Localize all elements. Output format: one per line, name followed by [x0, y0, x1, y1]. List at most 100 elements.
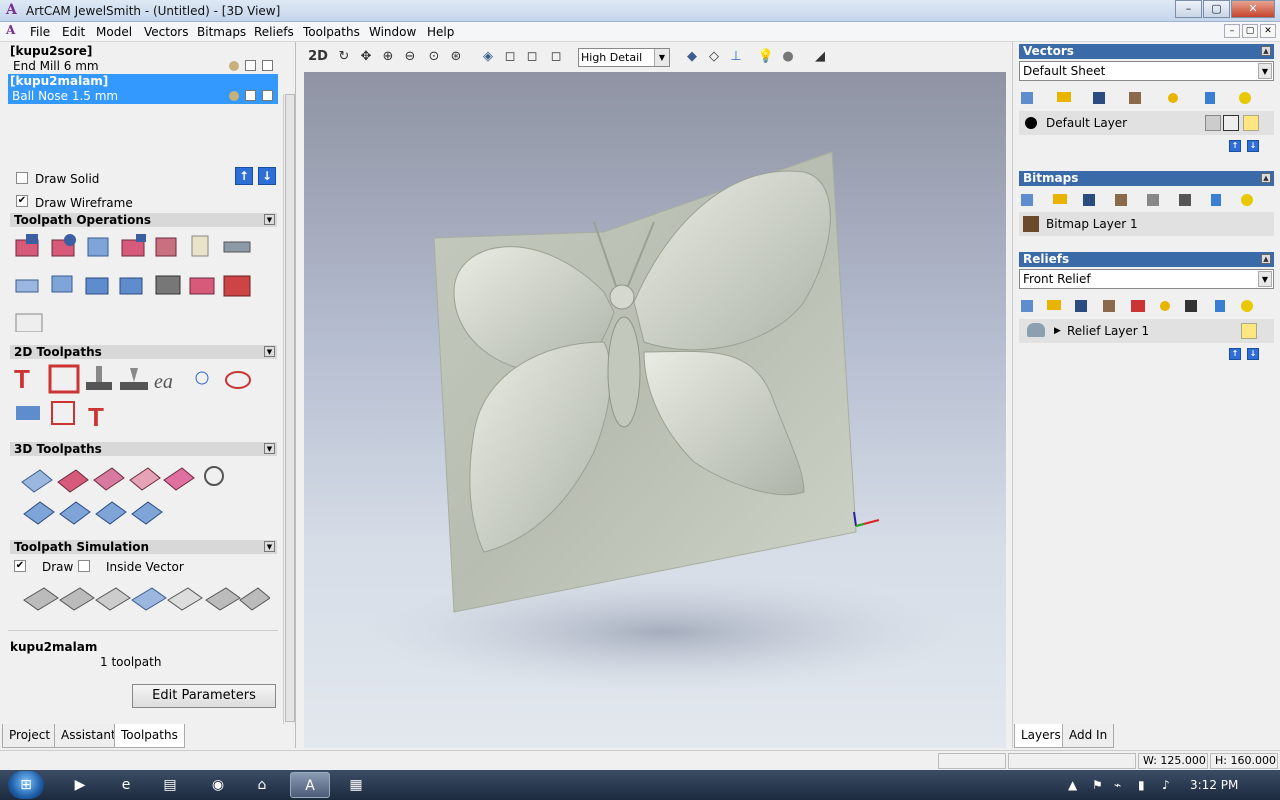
draw-wireframe-checkbox[interactable]: ✔	[16, 195, 28, 207]
toolpath-tool[interactable]: End Mill 6 mm	[13, 59, 99, 73]
save-simulation-icon[interactable]	[205, 587, 241, 611]
expand-arrow-icon[interactable]: ▶	[1054, 319, 1061, 343]
spiral-toolpath-icon[interactable]	[225, 371, 251, 389]
chevron-down-icon[interactable]: ▼	[654, 49, 669, 66]
close-button[interactable]: ✕	[1231, 0, 1275, 18]
action-center-icon[interactable]: ⚑	[1092, 778, 1103, 792]
relief-down-button[interactable]: ↓	[1247, 348, 1259, 360]
3d-text-toolpath-icon[interactable]	[95, 501, 127, 525]
axes-icon[interactable]: ⊥	[726, 48, 746, 66]
merge-relief-icon[interactable]	[1103, 300, 1115, 312]
z-level-roughing-icon[interactable]	[57, 469, 89, 493]
front-view-icon[interactable]: ◻	[500, 48, 520, 66]
panel-scrollbar[interactable]	[283, 94, 295, 724]
toolpath-simulation-header[interactable]: Toolpath Simulation ▼	[10, 540, 277, 554]
toolpath-template-icon[interactable]	[119, 277, 143, 295]
toolpath-checkbox[interactable]	[245, 60, 256, 71]
bitmap-layer-row[interactable]: Bitmap Layer 1	[1019, 212, 1274, 236]
layer-visibility-icon[interactable]	[1168, 93, 1178, 103]
collapse-arrow-icon[interactable]: ▼	[264, 541, 275, 552]
toolpath-operations-header[interactable]: Toolpath Operations ▼	[10, 213, 277, 227]
collapse-arrow-icon[interactable]: ▼	[264, 443, 275, 454]
menu-file[interactable]: File	[30, 25, 50, 39]
simulate-block-icon[interactable]	[23, 587, 59, 611]
tab-assistant[interactable]: Assistant	[54, 724, 123, 748]
mdi-restore-button[interactable]: ▢	[1242, 24, 1258, 38]
toolpath-group-name[interactable]: [kupu2sore]	[10, 44, 92, 58]
vector-sheet-select[interactable]: Default Sheet ▼	[1019, 61, 1274, 81]
edit-parameters-button[interactable]: Edit Parameters	[132, 684, 276, 708]
rotate-icon[interactable]: ↻	[334, 48, 354, 66]
3d-toolpaths-header[interactable]: 3D Toolpaths ▼	[10, 442, 277, 456]
relief-visibility-icon[interactable]	[1160, 301, 1170, 311]
tab-layers[interactable]: Layers	[1014, 724, 1068, 748]
export-simulation-icon[interactable]	[239, 587, 270, 611]
menu-vectors[interactable]: Vectors	[144, 25, 189, 39]
2d-view-button[interactable]: 2D	[308, 48, 328, 66]
material-icon[interactable]: ●	[778, 48, 798, 66]
layer-up-button[interactable]: ↑	[1229, 140, 1241, 152]
merge-layer-icon[interactable]	[1129, 92, 1141, 104]
iso-view-icon[interactable]: ◈	[478, 48, 498, 66]
multi-toolpath-icon[interactable]	[189, 277, 215, 295]
menu-model[interactable]: Model	[96, 25, 132, 39]
transform-toolpath-icon[interactable]	[155, 275, 181, 295]
relief-cut-icon[interactable]	[51, 275, 73, 293]
move-up-button[interactable]: ↑	[235, 167, 253, 185]
new-bitmap-icon[interactable]	[1021, 194, 1033, 206]
collapse-arrow-icon[interactable]: ▼	[264, 214, 275, 225]
volume-icon[interactable]: ♪	[1162, 778, 1170, 792]
stock-setup-icon[interactable]	[15, 313, 43, 332]
pan-icon[interactable]: ✥	[356, 48, 376, 66]
feature-search-icon[interactable]	[204, 466, 224, 486]
delete-bitmap-icon[interactable]	[1211, 194, 1221, 206]
power-icon[interactable]: ⌁	[1114, 778, 1121, 792]
menu-bitmaps[interactable]: Bitmaps	[197, 25, 246, 39]
toolpath-checkbox[interactable]	[262, 60, 273, 71]
delete-relief-icon[interactable]	[1215, 300, 1225, 312]
reset-simulation-icon[interactable]	[167, 587, 203, 611]
file-explorer-icon[interactable]: ▤	[150, 772, 190, 798]
clock[interactable]: 3:12 PM	[1190, 778, 1238, 792]
profile-toolpath-icon[interactable]: T	[14, 364, 30, 394]
inside-vector-checkbox[interactable]	[78, 560, 90, 572]
light-bulb-icon[interactable]	[1241, 323, 1257, 339]
lock-icon[interactable]	[1205, 115, 1221, 131]
tool-assembly-icon[interactable]	[223, 241, 251, 253]
open-layer-icon[interactable]	[1057, 92, 1071, 102]
draw-solid-checkbox[interactable]	[16, 172, 28, 184]
light-bulb-icon[interactable]: 💡	[756, 48, 776, 66]
layer-down-button[interactable]: ↓	[1247, 140, 1259, 152]
toolpath-checkbox[interactable]	[245, 90, 256, 101]
mdi-minimize-button[interactable]: –	[1224, 24, 1240, 38]
menu-window[interactable]: Window	[369, 25, 416, 39]
menu-edit[interactable]: Edit	[62, 25, 85, 39]
calculate-toolpaths-icon[interactable]	[15, 234, 39, 257]
artcam-taskbar-icon[interactable]: A	[290, 772, 330, 798]
batch-calculate-icon[interactable]	[121, 234, 146, 257]
move-down-button[interactable]: ↓	[258, 167, 276, 185]
inlay-icon[interactable]	[195, 371, 209, 385]
relief-red-icon[interactable]	[1131, 300, 1145, 312]
tray-expand-icon[interactable]: ▲	[1068, 778, 1077, 792]
smart-toolpath-icon[interactable]	[23, 501, 55, 525]
surface-shading-icon[interactable]: ◆	[682, 48, 702, 66]
tab-project[interactable]: Project	[2, 724, 58, 748]
acrobat-icon[interactable]: ⌂	[242, 772, 282, 798]
3d-view-canvas[interactable]	[304, 72, 1006, 748]
media-player-icon[interactable]: ▶	[60, 772, 100, 798]
network-icon[interactable]: ▮	[1138, 778, 1145, 792]
bitmap-image-icon[interactable]	[1179, 194, 1191, 206]
zoom-out-icon[interactable]: ⊖	[400, 48, 420, 66]
toolpath-info-icon[interactable]	[51, 234, 76, 257]
save-toolpath-icon[interactable]	[85, 277, 109, 295]
mdi-close-button[interactable]: ✕	[1260, 24, 1276, 38]
relief-up-button[interactable]: ↑	[1229, 348, 1241, 360]
engraving-icon[interactable]: ea	[154, 371, 173, 393]
open-bitmap-icon[interactable]	[1053, 194, 1067, 204]
text-toolpath-icon[interactable]: T	[88, 402, 104, 432]
zoom-window-icon[interactable]: ⊙	[424, 48, 444, 66]
collapse-arrow-icon[interactable]: ▲	[1261, 173, 1271, 183]
side-view-icon[interactable]: ◻	[522, 48, 542, 66]
bitmap-gray-icon[interactable]	[1147, 194, 1159, 206]
